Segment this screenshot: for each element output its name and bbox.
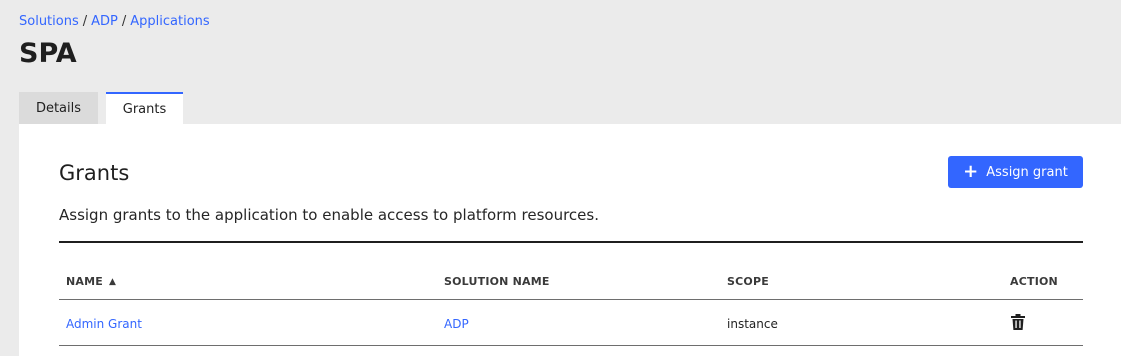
assign-grant-button[interactable]: + Assign grant <box>948 156 1083 188</box>
grant-name-link[interactable]: Admin Grant <box>66 317 142 331</box>
breadcrumb-link-adp[interactable]: ADP <box>91 14 118 29</box>
plus-icon: + <box>963 161 979 182</box>
column-header-name[interactable]: NAME ▲ <box>66 275 116 288</box>
column-header-scope: SCOPE <box>727 275 769 288</box>
solution-name-cell: ADP <box>444 317 469 331</box>
tab-grants[interactable]: Grants <box>106 92 183 124</box>
sort-ascending-icon: ▲ <box>108 277 117 287</box>
tab-bar: Details Grants <box>19 92 183 124</box>
breadcrumb: Solutions / ADP / Applications <box>19 14 210 29</box>
trash-icon[interactable] <box>1011 314 1025 330</box>
grants-table: NAME ▲ SOLUTION NAME SCOPE ACTION Admin G… <box>59 241 1083 346</box>
page-title: SPA <box>19 38 77 69</box>
solution-name-link[interactable]: ADP <box>444 317 469 331</box>
breadcrumb-separator: / <box>82 14 88 29</box>
column-header-name-label: NAME <box>66 275 103 288</box>
grants-panel: Grants + Assign grant Assign grants to t… <box>19 124 1121 356</box>
table-header: NAME ▲ SOLUTION NAME SCOPE ACTION <box>59 243 1083 300</box>
scope-cell: instance <box>727 317 778 331</box>
panel-description: Assign grants to the application to enab… <box>59 206 599 224</box>
breadcrumb-separator: / <box>121 14 127 29</box>
breadcrumb-link-solutions[interactable]: Solutions <box>19 14 79 29</box>
breadcrumb-link-applications[interactable]: Applications <box>130 14 209 29</box>
panel-title: Grants <box>59 161 130 185</box>
assign-grant-label: Assign grant <box>986 164 1068 180</box>
grant-name-cell: Admin Grant <box>66 317 142 331</box>
tab-details[interactable]: Details <box>19 92 98 124</box>
column-header-action: ACTION <box>1010 275 1058 288</box>
column-header-solution-name: SOLUTION NAME <box>444 275 550 288</box>
table-row: Admin Grant ADP instance <box>59 300 1083 346</box>
